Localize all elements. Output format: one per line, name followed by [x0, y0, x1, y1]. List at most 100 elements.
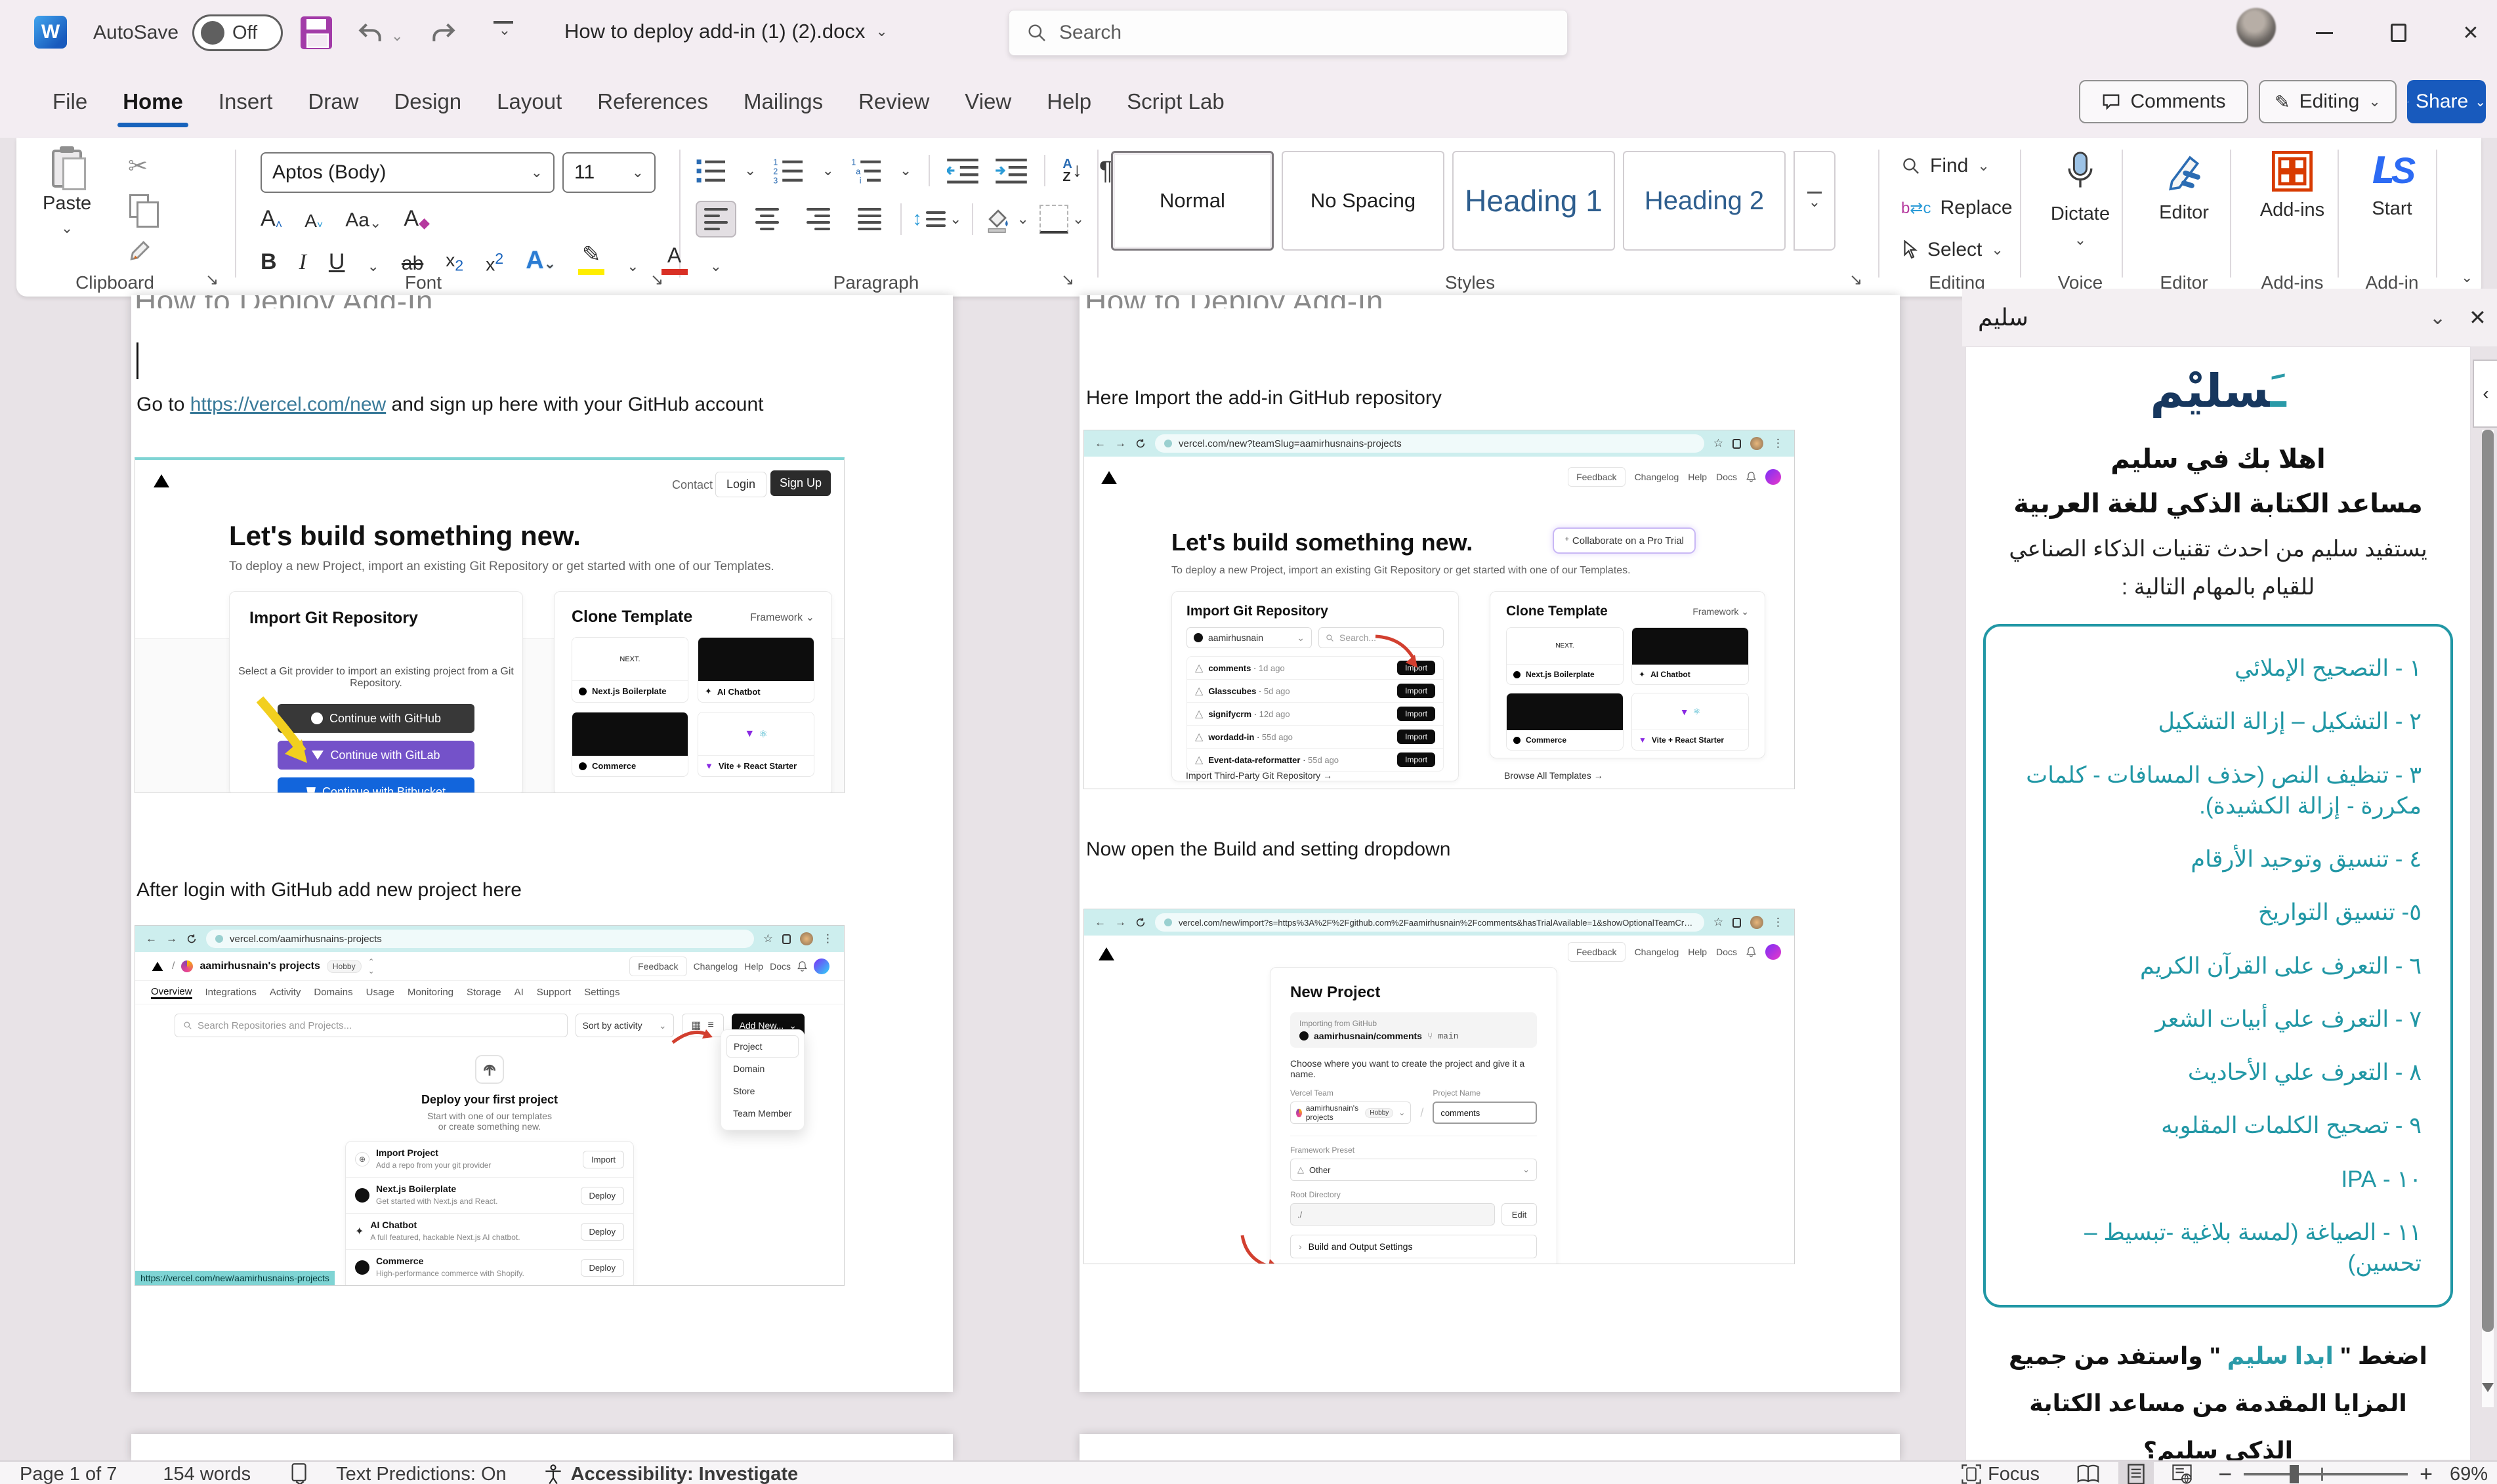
browse-all-templates-link[interactable]: Browse All Templates →: [1504, 770, 1603, 781]
editing-mode-button[interactable]: ✎ Editing ⌄: [2259, 80, 2397, 123]
focus-icon[interactable]: [1962, 1464, 1981, 1484]
tab-references[interactable]: References: [596, 85, 709, 118]
menu-item-store[interactable]: Store: [726, 1080, 799, 1102]
highlight-dropdown-icon[interactable]: ⌄: [627, 258, 639, 275]
close-button[interactable]: ✕: [2451, 13, 2490, 52]
page-indicator[interactable]: Page 1 of 7: [20, 1464, 117, 1484]
vtab-integrations[interactable]: Integrations: [205, 987, 257, 998]
menu-item-project[interactable]: Project: [726, 1035, 799, 1058]
vercel-logo-icon[interactable]: [152, 962, 163, 971]
deploy-button[interactable]: Deploy: [581, 1187, 624, 1205]
url-bar[interactable]: vercel.com/aamirhusnains-projects: [206, 930, 754, 948]
maximize-button[interactable]: [2379, 13, 2418, 52]
browser-avatar[interactable]: [1750, 916, 1763, 929]
align-left-icon[interactable]: [696, 201, 736, 237]
user-avatar[interactable]: [814, 958, 829, 974]
font-size-combobox[interactable]: 11⌄: [562, 152, 656, 193]
style-heading2[interactable]: Heading 2: [1623, 151, 1786, 251]
tab-script-lab[interactable]: Script Lab: [1125, 85, 1226, 118]
bookmark-star-icon[interactable]: ☆: [1713, 437, 1723, 450]
bookmark-star-icon[interactable]: ☆: [763, 932, 773, 945]
project-name-input[interactable]: comments: [1433, 1102, 1537, 1124]
clear-formatting-icon[interactable]: A◆: [404, 206, 430, 232]
sort-icon[interactable]: AZ↓: [1062, 157, 1081, 184]
feedback-link[interactable]: Feedback: [1568, 942, 1625, 962]
web-layout-icon[interactable]: [2172, 1464, 2192, 1484]
document-page-1[interactable]: How to Deploy Add-In Go to https://verce…: [131, 295, 953, 1392]
word-app-icon[interactable]: W: [34, 16, 67, 49]
template-tile-vite-react[interactable]: ▼⚛▼Vite + React Starter: [1631, 693, 1749, 751]
back-icon[interactable]: ←: [1095, 437, 1106, 450]
zoom-slider[interactable]: [2244, 1473, 2408, 1475]
extensions-icon[interactable]: [1732, 918, 1741, 928]
vercel-signup-button[interactable]: Sign Up: [770, 470, 831, 496]
zoom-level[interactable]: 69%: [2450, 1464, 2488, 1484]
user-avatar[interactable]: [1765, 944, 1781, 960]
vtab-support[interactable]: Support: [537, 987, 572, 998]
paragraph-dialog-launcher-icon[interactable]: ↘: [1061, 270, 1074, 289]
changelog-link[interactable]: Changelog: [1635, 472, 1679, 482]
help-link[interactable]: Help: [744, 961, 763, 972]
vtab-activity[interactable]: Activity: [270, 987, 301, 998]
align-center-icon[interactable]: [747, 201, 787, 237]
find-button[interactable]: Find⌄: [1901, 155, 1990, 177]
decrease-indent-icon[interactable]: [947, 157, 978, 184]
vtab-usage[interactable]: Usage: [366, 987, 394, 998]
framework-select[interactable]: △Other⌄: [1290, 1159, 1537, 1181]
dictate-button[interactable]: Dictate ⌄: [2044, 150, 2116, 249]
font-name-combobox[interactable]: Aptos (Body)⌄: [261, 152, 555, 193]
vtab-overview[interactable]: Overview: [151, 986, 192, 999]
docs-link[interactable]: Docs: [1716, 472, 1737, 482]
browser-avatar[interactable]: [800, 932, 813, 945]
pro-trial-button[interactable]: ⁺ Collaborate on a Pro Trial: [1553, 527, 1696, 554]
reload-icon[interactable]: [1135, 438, 1146, 449]
vtab-ai[interactable]: AI: [514, 987, 524, 998]
git-provider-select[interactable]: aamirhusnain⌄: [1186, 627, 1312, 648]
shading-icon[interactable]: ⌄: [984, 205, 1028, 234]
redo-icon[interactable]: [425, 14, 462, 51]
italic-icon[interactable]: I: [299, 250, 306, 275]
bullets-icon[interactable]: [696, 157, 727, 184]
highlight-color-icon[interactable]: ✎: [578, 241, 604, 275]
styles-dialog-launcher-icon[interactable]: ↘: [1849, 270, 1862, 289]
increase-indent-icon[interactable]: [996, 157, 1027, 184]
forward-icon[interactable]: →: [1115, 437, 1126, 450]
text-predictions[interactable]: Text Predictions: On: [336, 1464, 507, 1484]
bell-icon[interactable]: [1746, 947, 1756, 957]
extensions-icon[interactable]: [782, 934, 791, 944]
user-avatar[interactable]: [1765, 469, 1781, 485]
tab-home[interactable]: Home: [121, 85, 184, 118]
share-button[interactable]: Share ⌄: [2407, 80, 2486, 123]
forward-icon[interactable]: →: [1115, 916, 1126, 929]
template-tile-nextjs[interactable]: NEXT.Next.js Boilerplate: [1506, 627, 1624, 685]
font-dialog-launcher-icon[interactable]: ↘: [650, 270, 663, 289]
help-link[interactable]: Help: [1688, 947, 1707, 957]
vtab-monitoring[interactable]: Monitoring: [408, 987, 453, 998]
url-bar[interactable]: vercel.com/new?teamSlug=aamirhusnains-pr…: [1155, 434, 1704, 453]
template-tile-ai-chatbot[interactable]: ✦AI Chatbot: [1631, 627, 1749, 685]
framework-filter[interactable]: Framework ⌄: [1692, 606, 1749, 617]
reload-icon[interactable]: [1135, 917, 1146, 928]
subscript-icon[interactable]: x2: [446, 250, 463, 275]
multilevel-list-icon[interactable]: 1ai: [851, 157, 883, 184]
team-name[interactable]: aamirhusnain's projects: [199, 960, 320, 972]
continue-bitbucket-button[interactable]: Continue with Bitbucket: [278, 777, 474, 793]
forward-icon[interactable]: →: [166, 932, 177, 945]
font-color-icon[interactable]: A: [661, 243, 688, 275]
line-spacing-icon[interactable]: ↕⌄: [912, 208, 961, 230]
build-output-settings-toggle[interactable]: ›Build and Output Settings: [1290, 1235, 1537, 1258]
sort-dropdown[interactable]: Sort by activity⌄: [576, 1014, 674, 1037]
team-select[interactable]: aamirhusnain's projectsHobby⌄: [1290, 1102, 1411, 1124]
underline-dropdown-icon[interactable]: ⌄: [367, 258, 379, 275]
grow-font-icon[interactable]: A˄: [261, 206, 282, 232]
tab-mailings[interactable]: Mailings: [742, 85, 824, 118]
tab-help[interactable]: Help: [1045, 85, 1093, 118]
numbering-icon[interactable]: 123: [773, 157, 805, 184]
bullets-dropdown-icon[interactable]: ⌄: [744, 162, 756, 179]
autosave-toggle[interactable]: Off: [192, 14, 283, 51]
tab-view[interactable]: View: [963, 85, 1013, 118]
document-title[interactable]: How to deploy add-in (1) (2).docx ⌄: [564, 20, 888, 43]
proofing-icon[interactable]: [290, 1463, 310, 1484]
underline-icon[interactable]: U: [329, 249, 345, 275]
clipboard-dialog-launcher-icon[interactable]: ↘: [205, 270, 219, 289]
